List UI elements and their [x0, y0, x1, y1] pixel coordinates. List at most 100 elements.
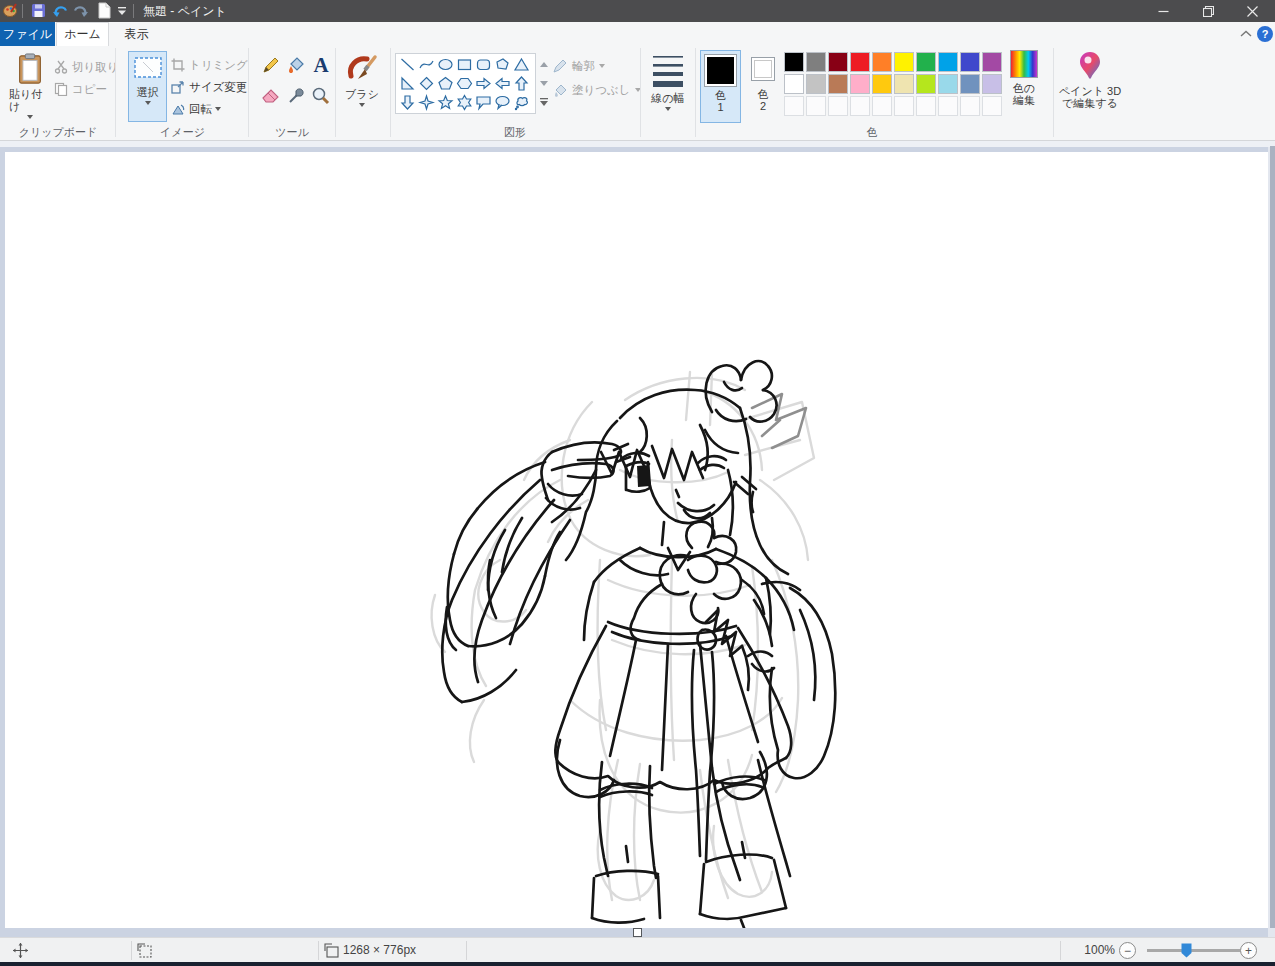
status-separator: [1060, 941, 1061, 960]
shape-five-point-star[interactable]: [436, 93, 455, 112]
shape-fill-button[interactable]: 塗りつぶし: [553, 80, 641, 100]
new-file-icon[interactable]: [97, 2, 112, 19]
palette-swatch[interactable]: [872, 74, 892, 94]
minimize-button[interactable]: [1141, 0, 1186, 22]
palette-swatch[interactable]: [828, 74, 848, 94]
copy-button[interactable]: コピー: [54, 79, 107, 99]
shape-outline-button[interactable]: 輪郭: [553, 56, 605, 76]
palette-swatch-empty[interactable]: [982, 96, 1002, 116]
resize-button[interactable]: サイズ変更: [171, 77, 247, 97]
zoom-out-button[interactable]: −: [1119, 942, 1136, 959]
palette-swatch[interactable]: [806, 74, 826, 94]
palette-swatch-empty[interactable]: [784, 96, 804, 116]
palette-swatch-empty[interactable]: [850, 96, 870, 116]
palette-swatch[interactable]: [960, 52, 980, 72]
shape-six-point-star[interactable]: [455, 93, 474, 112]
close-icon: [1247, 6, 1258, 17]
undo-icon[interactable]: [52, 3, 68, 19]
palette-swatch[interactable]: [806, 52, 826, 72]
line-width-button[interactable]: 線の幅: [644, 51, 692, 122]
shape-polygon[interactable]: [493, 55, 512, 74]
shape-oval-callout[interactable]: [493, 93, 512, 112]
palette-swatch-empty[interactable]: [916, 96, 936, 116]
brush-button[interactable]: ブラシ: [340, 51, 384, 122]
restore-button[interactable]: [1186, 0, 1231, 22]
edit-colors-button[interactable]: 色の 編集: [1006, 50, 1042, 106]
palette-swatch[interactable]: [938, 74, 958, 94]
text-tool-icon[interactable]: A: [311, 54, 331, 76]
palette-swatch[interactable]: [938, 52, 958, 72]
shape-rectangle[interactable]: [455, 55, 474, 74]
palette-swatch-empty[interactable]: [894, 96, 914, 116]
collapse-ribbon-icon[interactable]: [1240, 30, 1252, 38]
palette-swatch-empty[interactable]: [938, 96, 958, 116]
shape-curve[interactable]: [417, 55, 436, 74]
zoom-slider-handle[interactable]: [1181, 943, 1192, 958]
canvas[interactable]: [5, 152, 1268, 928]
shape-line[interactable]: [398, 55, 417, 74]
canvas-resize-handle[interactable]: [633, 928, 642, 937]
close-button[interactable]: [1230, 0, 1275, 22]
rotate-button[interactable]: 回転: [171, 99, 221, 119]
palette-swatch-empty[interactable]: [806, 96, 826, 116]
qat-customize-icon[interactable]: [117, 7, 127, 16]
tab-view[interactable]: 表示: [110, 22, 163, 46]
shape-ellipse[interactable]: [436, 55, 455, 74]
crop-label: トリミング: [189, 58, 248, 73]
shape-left-arrow[interactable]: [493, 74, 512, 93]
color1-button[interactable]: 色 1: [700, 50, 741, 123]
shapes-scroll-up[interactable]: [538, 55, 550, 73]
palette-swatch-empty[interactable]: [960, 96, 980, 116]
palette-swatch[interactable]: [828, 52, 848, 72]
palette-swatch[interactable]: [850, 74, 870, 94]
shape-down-arrow[interactable]: [398, 93, 417, 112]
palette-swatch[interactable]: [784, 74, 804, 94]
shape-pentagon[interactable]: [436, 74, 455, 93]
save-icon[interactable]: [31, 3, 46, 18]
tab-home[interactable]: ホーム: [56, 22, 109, 46]
color2-label-line1: 色: [758, 88, 769, 100]
shape-four-point-star[interactable]: [417, 93, 436, 112]
palette-swatch[interactable]: [916, 74, 936, 94]
vertical-scrollbar-thumb[interactable]: [1270, 146, 1275, 928]
pencil-tool-icon[interactable]: [261, 56, 280, 75]
shape-diamond[interactable]: [417, 74, 436, 93]
shape-hexagon[interactable]: [455, 74, 474, 93]
palette-swatch[interactable]: [872, 52, 892, 72]
fill-tool-icon[interactable]: [287, 56, 306, 75]
redo-icon[interactable]: [73, 3, 89, 19]
palette-swatch[interactable]: [894, 74, 914, 94]
help-button[interactable]: ?: [1257, 26, 1273, 42]
shape-right-triangle[interactable]: [398, 74, 417, 93]
shape-up-arrow[interactable]: [512, 74, 531, 93]
palette-swatch[interactable]: [850, 52, 870, 72]
eraser-tool-icon[interactable]: [261, 86, 280, 105]
magnifier-tool-icon[interactable]: [311, 86, 330, 105]
cut-button[interactable]: 切り取り: [54, 57, 119, 77]
group-separator: [335, 48, 336, 137]
shapes-more-button[interactable]: [538, 93, 550, 111]
palette-swatch[interactable]: [982, 52, 1002, 72]
zoom-slider-track[interactable]: [1147, 949, 1240, 952]
palette-swatch[interactable]: [960, 74, 980, 94]
palette-swatch[interactable]: [784, 52, 804, 72]
zoom-in-button[interactable]: +: [1240, 942, 1257, 959]
shape-right-arrow[interactable]: [474, 74, 493, 93]
shape-rounded-rectangle[interactable]: [474, 55, 493, 74]
shape-cloud-callout[interactable]: [512, 93, 531, 112]
crop-button[interactable]: トリミング: [171, 55, 248, 75]
palette-swatch-empty[interactable]: [828, 96, 848, 116]
palette-swatch[interactable]: [982, 74, 1002, 94]
shapes-scroll-down[interactable]: [538, 74, 550, 92]
shape-rounded-callout[interactable]: [474, 93, 493, 112]
color2-button[interactable]: 色 2: [745, 50, 781, 123]
paint3d-button[interactable]: ペイント 3D で編集する: [1056, 50, 1124, 109]
tab-file[interactable]: ファイル: [0, 22, 55, 46]
shape-triangle[interactable]: [512, 55, 531, 74]
palette-swatch[interactable]: [916, 52, 936, 72]
select-button[interactable]: 選択: [128, 51, 167, 122]
palette-swatch[interactable]: [894, 52, 914, 72]
eyedropper-tool-icon[interactable]: [287, 86, 306, 105]
paste-button[interactable]: 貼り付け: [8, 51, 52, 122]
palette-swatch-empty[interactable]: [872, 96, 892, 116]
